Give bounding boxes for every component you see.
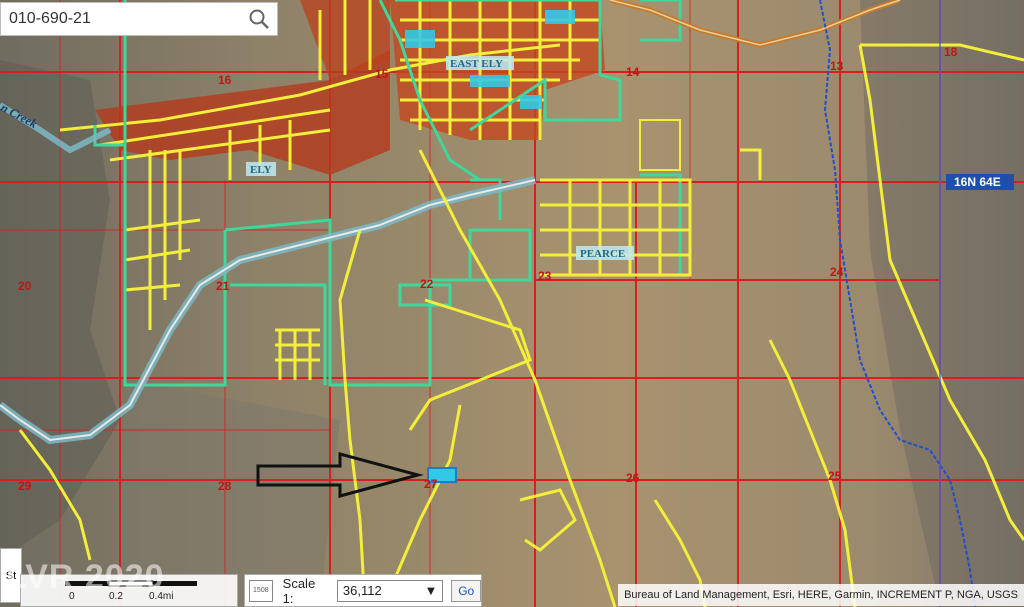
- section-13-label: 13: [830, 59, 844, 73]
- map-size-icon[interactable]: 1508: [249, 579, 273, 602]
- scale-select[interactable]: 36,112 ▼: [336, 579, 444, 602]
- section-28-label: 28: [218, 479, 232, 493]
- search-input[interactable]: [1, 3, 241, 35]
- section-20-label: 20: [18, 279, 32, 293]
- scale-bar-graphic: [65, 580, 197, 587]
- scale-tick-1: 0.2: [109, 591, 123, 602]
- scale-bar: 0 0.2 0.4mi: [20, 574, 238, 607]
- side-tab[interactable]: St: [0, 548, 22, 603]
- section-22-label: 22: [420, 277, 434, 291]
- map-size-icon-text: 1508: [253, 587, 269, 594]
- chevron-down-icon: ▼: [424, 583, 438, 598]
- section-27-label: 27: [424, 477, 438, 491]
- scale-control: 1508 Scale 1: 36,112 ▼ Go: [244, 574, 482, 607]
- scale-label: Scale 1:: [282, 575, 316, 606]
- section-16-label: 16: [218, 73, 232, 87]
- township-label: 16N 64E: [954, 175, 1001, 189]
- section-23-label: 23: [538, 269, 552, 283]
- section-14-label: 14: [626, 65, 640, 79]
- search-icon: [249, 9, 269, 29]
- search-box: [0, 2, 278, 36]
- scale-tick-2: 0.4mi: [149, 591, 174, 602]
- side-tab-label: St: [5, 569, 17, 582]
- section-26-label: 26: [626, 471, 640, 485]
- section-29-label: 29: [18, 479, 32, 493]
- section-25-label: 25: [828, 469, 842, 483]
- section-18-label: 18: [944, 45, 958, 59]
- section-21-label: 21: [216, 279, 230, 293]
- east-ely-label: EAST ELY: [450, 58, 503, 70]
- scale-select-value: 36,112: [342, 583, 382, 598]
- ely-label: ELY: [250, 164, 272, 176]
- map-canvas[interactable]: 16 15 14 13 18 20 21 22 23 24 25 26 27 2…: [0, 0, 1024, 607]
- go-button[interactable]: Go: [451, 579, 481, 602]
- search-button[interactable]: [241, 3, 277, 35]
- section-24-label: 24: [830, 265, 844, 279]
- section-15-label: 15: [375, 67, 389, 81]
- scale-tick-0: 0: [69, 591, 75, 602]
- attribution: Bureau of Land Management, Esri, HERE, G…: [618, 584, 1024, 606]
- pearce-label: PEARCE: [580, 248, 625, 260]
